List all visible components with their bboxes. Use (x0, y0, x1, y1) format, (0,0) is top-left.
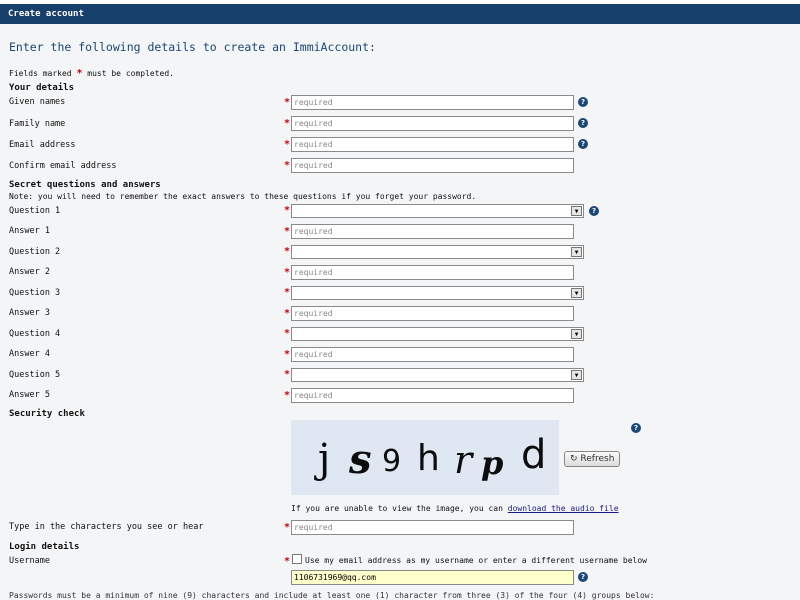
intro-heading: Enter the following details to create an… (9, 40, 376, 54)
chevron-down-icon[interactable]: ▼ (571, 370, 582, 380)
page-header: Create account (0, 4, 800, 24)
help-icon[interactable]: ? (578, 97, 588, 107)
password-rules-text: Passwords must be a minimum of nine (9) … (9, 591, 655, 600)
required-asterisk: * (284, 139, 291, 150)
help-icon[interactable]: ? (589, 206, 599, 216)
answer-1-label: Answer 1 (9, 226, 50, 236)
chevron-down-icon[interactable]: ▼ (571, 247, 582, 257)
answer-3-label: Answer 3 (9, 308, 50, 318)
section-secret-questions: Secret questions and answers (9, 180, 161, 190)
captcha-char: 9 (382, 444, 402, 479)
required-asterisk: * (284, 226, 291, 237)
email-label: Email address (9, 140, 76, 150)
question-2-label: Question 2 (9, 247, 61, 257)
secret-questions-note: Note: you will need to remember the exac… (9, 192, 477, 201)
given-names-input[interactable] (291, 95, 574, 110)
page-title: Create account (8, 9, 84, 19)
confirm-email-input[interactable] (291, 158, 574, 173)
download-audio-link[interactable]: download the audio file (508, 504, 619, 513)
section-login-details: Login details (9, 542, 80, 552)
audio-instructions: If you are unable to view the image, you… (291, 504, 619, 513)
required-asterisk: * (284, 556, 291, 567)
username-label: Username (9, 556, 50, 566)
required-asterisk: * (284, 369, 291, 380)
refresh-button-label: Refresh (580, 454, 615, 464)
captcha-char: j (318, 436, 331, 482)
question-3-select[interactable]: ▼ (291, 286, 584, 300)
captcha-input-label: Type in the characters you see or hear (9, 522, 204, 532)
captcha-char: r (454, 438, 473, 482)
required-asterisk: * (284, 267, 291, 278)
section-your-details: Your details (9, 83, 75, 93)
question-1-select[interactable]: ▼ (291, 204, 584, 218)
required-asterisk: * (284, 97, 291, 108)
refresh-icon: ↻ (570, 454, 578, 464)
required-asterisk: * (284, 205, 291, 216)
question-5-select[interactable]: ▼ (291, 368, 584, 382)
captcha-char: p (481, 444, 504, 482)
help-icon[interactable]: ? (631, 423, 641, 433)
help-icon[interactable]: ? (578, 118, 588, 128)
username-input[interactable] (291, 570, 574, 585)
answer-1-input[interactable] (291, 224, 574, 239)
required-asterisk: * (284, 328, 291, 339)
chevron-down-icon[interactable]: ▼ (571, 329, 582, 339)
question-5-label: Question 5 (9, 370, 61, 380)
answer-5-input[interactable] (291, 388, 574, 403)
captcha-char: d (521, 432, 547, 478)
required-asterisk: * (284, 349, 291, 360)
question-1-label: Question 1 (9, 206, 61, 216)
section-security-check: Security check (9, 409, 85, 419)
given-names-label: Given names (9, 97, 66, 107)
refresh-captcha-button[interactable]: ↻ Refresh (564, 451, 620, 467)
question-4-label: Question 4 (9, 329, 61, 339)
use-email-checkbox[interactable] (292, 554, 302, 564)
required-asterisk: * (284, 308, 291, 319)
chevron-down-icon[interactable]: ▼ (571, 288, 582, 298)
required-asterisk: * (284, 246, 291, 257)
captcha-char: h (417, 438, 440, 479)
captcha-input[interactable] (291, 520, 574, 535)
question-2-select[interactable]: ▼ (291, 245, 584, 259)
email-input[interactable] (291, 137, 574, 152)
answer-4-input[interactable] (291, 347, 574, 362)
required-asterisk: * (284, 390, 291, 401)
answer-5-label: Answer 5 (9, 390, 50, 400)
required-asterisk: * (284, 160, 291, 171)
family-name-label: Family name (9, 119, 66, 129)
required-asterisk: * (284, 118, 291, 129)
answer-4-label: Answer 4 (9, 349, 50, 359)
confirm-email-label: Confirm email address (9, 161, 117, 171)
answer-3-input[interactable] (291, 306, 574, 321)
fields-note: Fields marked * must be completed. (9, 68, 174, 79)
required-asterisk: * (284, 522, 291, 533)
answer-2-input[interactable] (291, 265, 574, 280)
question-4-select[interactable]: ▼ (291, 327, 584, 341)
answer-2-label: Answer 2 (9, 267, 50, 277)
help-icon[interactable]: ? (578, 572, 588, 582)
captcha-char: s (349, 436, 372, 483)
chevron-down-icon[interactable]: ▼ (571, 206, 582, 216)
question-3-label: Question 3 (9, 288, 61, 298)
required-asterisk: * (284, 287, 291, 298)
family-name-input[interactable] (291, 116, 574, 131)
help-icon[interactable]: ? (578, 139, 588, 149)
use-email-checkbox-label[interactable]: Use my email address as my username or e… (305, 556, 647, 565)
captcha-image: j s 9 h r p d (291, 420, 559, 495)
